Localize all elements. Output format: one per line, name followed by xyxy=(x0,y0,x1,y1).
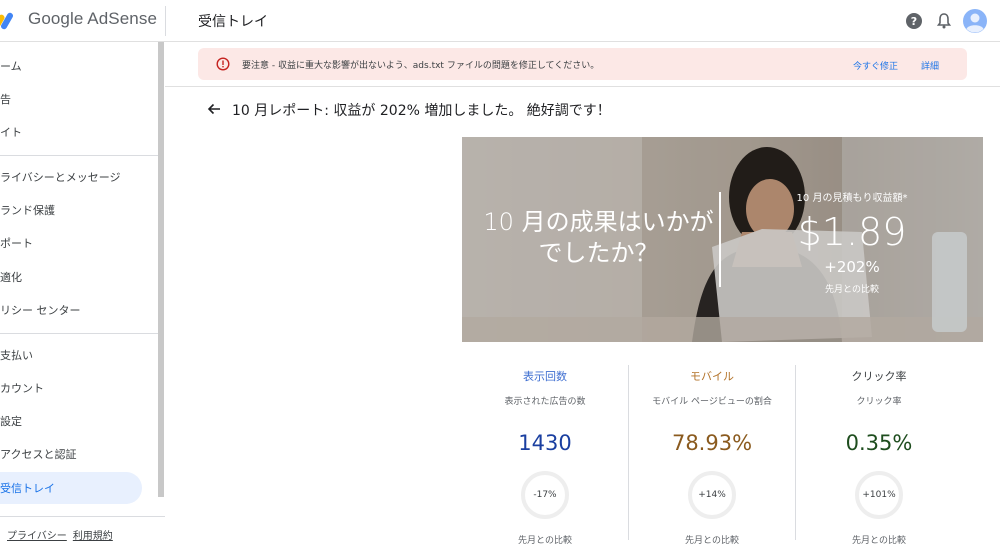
stat-title: クリック率 xyxy=(851,370,907,383)
sidebar-item-home[interactable]: ーム xyxy=(0,50,150,82)
stat-subtitle: 表示された広告の数 xyxy=(504,397,586,407)
sidebar-footer: プライバシー 利用規約 xyxy=(7,527,119,542)
stat-title: モバイル xyxy=(690,370,734,383)
ads-txt-alert-banner: 要注意 - 収益に重大な影響が出ないよう、ads.txt ファイルの問題を修正し… xyxy=(198,48,967,80)
hero-divider xyxy=(719,192,721,287)
stat-change-badge: -17% xyxy=(521,471,569,519)
sidebar-divider xyxy=(0,333,158,334)
sidebar-item-payments[interactable]: 支払い xyxy=(0,339,150,371)
product-name[interactable]: Google AdSense xyxy=(28,9,157,29)
error-outline-icon xyxy=(216,57,230,71)
estimated-earnings-amount: $1.89 xyxy=(797,210,907,254)
sidebar-item-brand-safety[interactable]: ランド保護 xyxy=(0,194,150,226)
sidebar-scrollbar[interactable] xyxy=(158,42,164,497)
report-hero-banner: 10 月の成果はいかがでしたか？ 10 月の見積もり収益額* $1.89 +20… xyxy=(462,137,983,342)
hero-question: 10 月の成果はいかがでしたか？ xyxy=(483,208,714,267)
arrow-back-icon[interactable] xyxy=(206,101,222,117)
sidebar-footer-divider xyxy=(0,516,165,517)
stat-mobile: モバイル モバイル ページビューの割合 78.93% +14% 先月との比較 xyxy=(629,368,795,546)
sidebar-item-reports[interactable]: ポート xyxy=(0,227,150,259)
alert-message: 要注意 - 収益に重大な影響が出ないよう、ads.txt ファイルの問題を修正し… xyxy=(242,61,600,71)
sidebar-item-policy-center[interactable]: リシー センター xyxy=(0,294,150,326)
sidebar-item-account[interactable]: カウント xyxy=(0,372,150,404)
svg-text:?: ? xyxy=(911,15,917,28)
page-title: 受信トレイ xyxy=(198,14,268,30)
account-avatar-icon[interactable] xyxy=(963,9,987,33)
report-title: 10 月レポート: 収益が 202% 増加しました。 絶好調です！ xyxy=(232,103,611,119)
estimated-earnings: 10 月の見積もり収益額* $1.89 +202% 先月との比較 xyxy=(774,189,930,295)
sidebar-item-settings[interactable]: 設定 xyxy=(0,405,150,437)
stat-title: 表示回数 xyxy=(523,370,567,383)
privacy-link[interactable]: プライバシー xyxy=(7,531,67,542)
header-divider xyxy=(165,6,166,36)
help-icon[interactable]: ? xyxy=(904,11,924,31)
stat-comparison-label: 先月との比較 xyxy=(852,536,906,546)
stat-impressions: 表示回数 表示された広告の数 1430 -17% 先月との比較 xyxy=(462,368,628,546)
stat-subtitle: モバイル ページビューの割合 xyxy=(652,397,772,407)
content-divider xyxy=(165,86,1000,87)
stat-comparison-label: 先月との比較 xyxy=(685,536,739,546)
stat-change-badge: +14% xyxy=(688,471,736,519)
stat-comparison-label: 先月との比較 xyxy=(518,536,572,546)
earnings-comparison-label: 先月との比較 xyxy=(825,285,879,295)
sidebar-item-optimization[interactable]: 適化 xyxy=(0,261,150,293)
top-app-bar: Google AdSense 受信トレイ ? xyxy=(0,0,1000,42)
sidebar-item-inbox[interactable]: 受信トレイ xyxy=(0,472,142,504)
terms-link[interactable]: 利用規約 xyxy=(73,531,113,542)
stat-value: 78.93% xyxy=(671,431,753,455)
adsense-logo-icon[interactable] xyxy=(0,10,16,30)
notifications-icon[interactable] xyxy=(934,11,954,31)
sidebar-item-ads[interactable]: 告 xyxy=(0,83,150,115)
fix-now-button[interactable]: 今すぐ修正 xyxy=(853,59,898,72)
earnings-change: +202% xyxy=(824,258,880,276)
stat-value: 1430 xyxy=(518,431,572,455)
sidebar-item-privacy-messaging[interactable]: ライバシーとメッセージ xyxy=(0,161,150,193)
estimated-earnings-label: 10 月の見積もり収益額* xyxy=(796,193,908,204)
sidebar-divider xyxy=(0,155,158,156)
stat-value: 0.35% xyxy=(845,431,913,455)
sidebar-item-access-auth[interactable]: アクセスと認証 xyxy=(0,438,150,470)
stat-change-badge: +101% xyxy=(855,471,903,519)
sidebar-item-sites[interactable]: イト xyxy=(0,116,150,148)
stat-ctr: クリック率 クリック率 0.35% +101% 先月との比較 xyxy=(796,368,962,546)
details-link[interactable]: 詳細 xyxy=(921,59,939,72)
stat-subtitle: クリック率 xyxy=(856,397,902,407)
